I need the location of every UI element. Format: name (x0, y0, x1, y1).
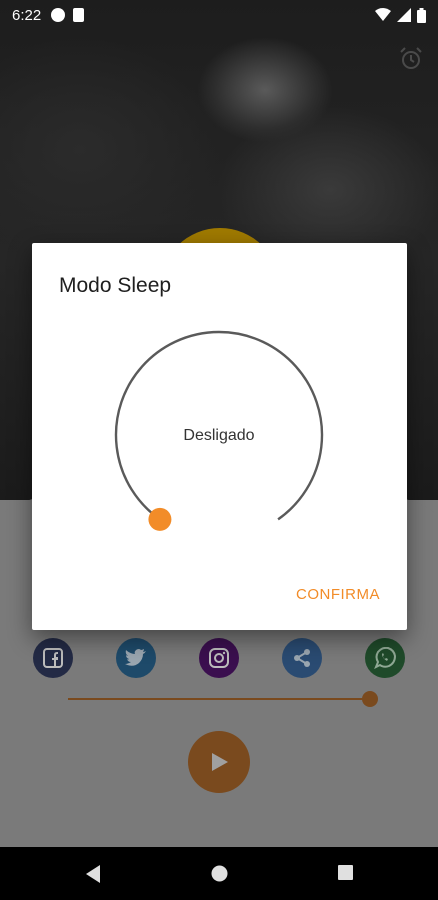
volume-slider-track[interactable] (68, 698, 370, 700)
navigation-bar (0, 847, 438, 900)
whatsapp-icon (374, 647, 396, 669)
facebook-icon (43, 648, 63, 668)
dial-handle[interactable] (148, 507, 172, 531)
sdcard-icon (73, 8, 85, 22)
play-button[interactable] (188, 731, 250, 793)
back-icon[interactable] (84, 864, 102, 884)
instagram-button[interactable] (199, 638, 239, 678)
play-icon (212, 753, 228, 771)
home-icon[interactable] (210, 864, 229, 883)
sleep-mode-dialog: Modo Sleep Desligado CONFIRMA (32, 243, 407, 630)
share-icon (294, 649, 310, 667)
social-share-row (0, 638, 438, 678)
twitter-icon (125, 649, 146, 666)
share-button[interactable] (282, 638, 322, 678)
wifi-icon (375, 8, 391, 21)
dial-track (114, 330, 324, 521)
signal-icon (397, 8, 411, 22)
whatsapp-button[interactable] (365, 638, 405, 678)
battery-icon (417, 7, 426, 23)
alarm-clock-icon[interactable] (398, 46, 424, 72)
dial-value-label: Desligado (183, 427, 255, 444)
confirm-button[interactable]: CONFIRMA (296, 586, 380, 603)
volume-slider-thumb[interactable] (362, 691, 378, 707)
status-bar: 6:22 (0, 0, 438, 30)
notification-icon (51, 8, 66, 22)
twitter-button[interactable] (116, 638, 156, 678)
facebook-button[interactable] (33, 638, 73, 678)
recents-icon[interactable] (337, 864, 354, 881)
status-time: 6:22 (12, 6, 42, 24)
instagram-icon (209, 648, 229, 668)
